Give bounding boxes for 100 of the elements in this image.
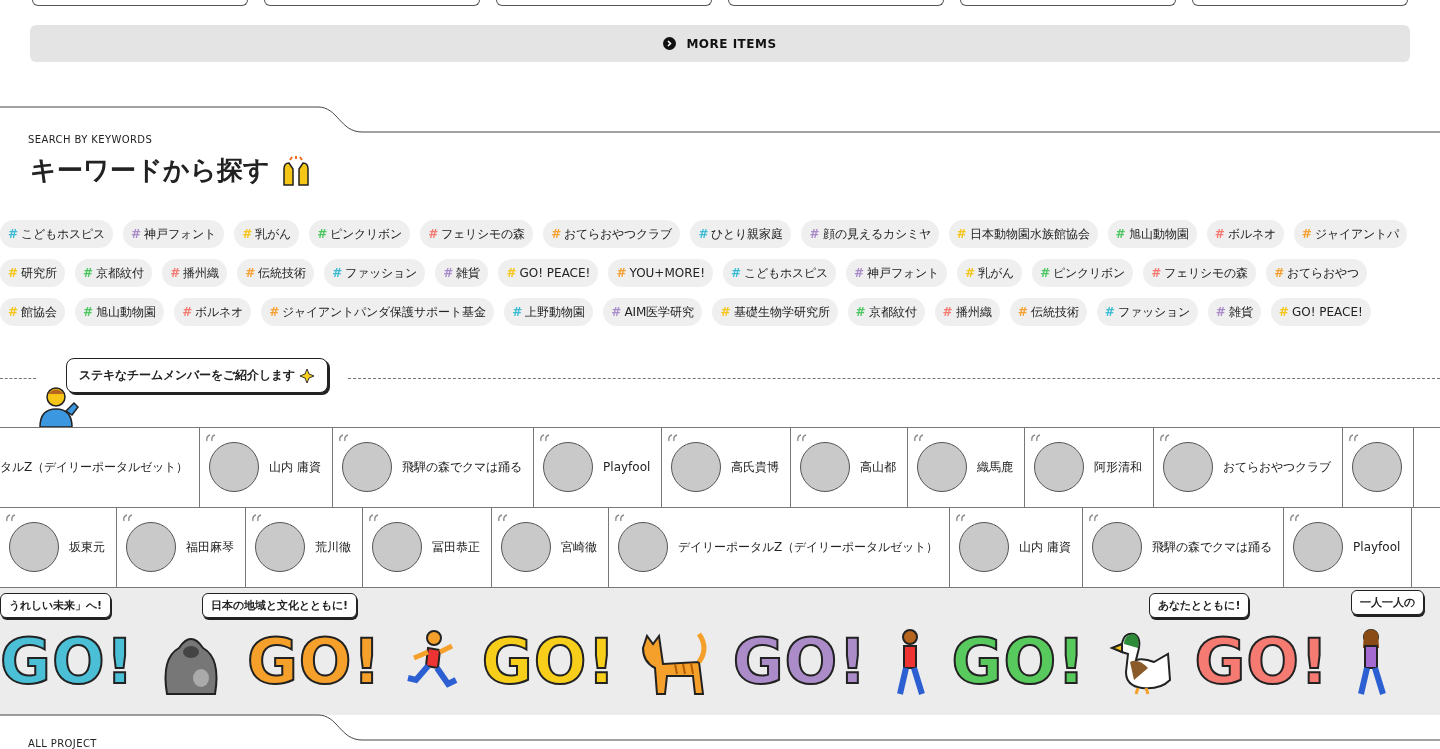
member-card[interactable]: 山内 庸資 [950, 507, 1084, 587]
quote-icon [6, 513, 16, 522]
quote-icon [615, 513, 625, 522]
quote-icon [1160, 433, 1171, 442]
keyword-label: 雑貨 [1228, 303, 1253, 321]
keyword-tag[interactable]: # ジャイアントパンダ保護サポート基金 [261, 298, 495, 327]
keyword-tag[interactable]: # 旭山動物園 [75, 298, 165, 327]
caption-bubble: あなたとともに! [1149, 593, 1250, 619]
keyword-tag[interactable]: # 京都紋付 [847, 298, 925, 327]
go-text: GO! [0, 631, 135, 694]
keyword-tag[interactable]: # 日本動物園水族館協会 [948, 220, 1098, 249]
keyword-tag[interactable]: # 雑貨 [435, 259, 489, 288]
member-name: 高山都 [860, 458, 897, 476]
keyword-tag[interactable]: # GO! PEACE! [498, 259, 599, 288]
member-card[interactable]: 高氏貴博 [662, 427, 792, 507]
keyword-tag[interactable]: # 研究所 [0, 259, 66, 288]
caption-bubble: 一人一人の [1351, 590, 1425, 616]
keyword-tag[interactable]: # こどもホスピス [0, 220, 114, 249]
member-card[interactable]: 高山都 [791, 427, 909, 507]
keyword-tag[interactable]: # 上野動物園 [504, 298, 594, 327]
hash-mark: # [1040, 266, 1051, 281]
member-card[interactable]: 飛騨の森でクマは踊る [1083, 507, 1285, 587]
keyword-tag[interactable]: # YOU+MORE! [608, 259, 713, 288]
keyword-tag[interactable]: # ファッション [1096, 298, 1198, 327]
hash-mark: # [8, 266, 19, 281]
go-text: GO! [246, 631, 382, 694]
keyword-tag[interactable]: # おてらおやつクラブ [543, 220, 681, 249]
member-card[interactable]: デイリーポータルZ（デイリーポータルゼット） [609, 507, 951, 587]
hash-mark: # [428, 227, 439, 242]
keyword-tag[interactable]: # 神戸フォント [123, 220, 225, 249]
quote-icon [797, 433, 808, 442]
keyword-label: 神戸フォント [867, 264, 940, 282]
keyword-label: ジャイアントパンダ保護サポート基金 [282, 303, 487, 321]
keyword-tag[interactable]: # ジャイアントパ [1293, 220, 1407, 249]
avatar-placeholder [255, 522, 305, 573]
keyword-label: 研究所 [21, 264, 58, 282]
keyword-tag[interactable]: # 播州織 [162, 259, 228, 288]
member-name: 高氏貴博 [731, 458, 780, 476]
keyword-tag[interactable]: # 伝統技術 [1009, 298, 1087, 327]
quote-icon [123, 513, 133, 522]
member-card[interactable]: 織馬鹿 [908, 427, 1026, 507]
keyword-label: GO! PEACE! [519, 266, 591, 281]
caption-bubble: 日本の地域と文化とともに! [201, 593, 357, 619]
keyword-tag[interactable]: # おてらおやつ [1266, 259, 1368, 288]
member-card[interactable]: 冨田恭正 [363, 507, 492, 587]
keyword-label: YOU+MORE! [629, 266, 705, 281]
keyword-tag[interactable]: # こどもホスピス [722, 259, 837, 288]
hash-mark: # [170, 266, 181, 281]
member-card[interactable]: 飛騨の森でクマは踊る [333, 427, 535, 507]
keyword-tag[interactable]: # 乳がん [957, 259, 1023, 288]
member-card[interactable]: Playfool [1284, 507, 1413, 587]
keyword-tag[interactable]: # フェリシモの森 [1143, 259, 1257, 288]
hash-mark: # [616, 266, 627, 281]
keyword-tag[interactable]: # AIM医学研究 [603, 298, 703, 327]
keyword-tag[interactable]: # ピンクリボン [1032, 259, 1134, 288]
bubble-text: ステキなチームメンバーをご紹介します [79, 367, 295, 385]
keyword-tag[interactable]: # GO! PEACE! [1270, 298, 1371, 327]
keyword-tag[interactable]: # ボルネオ [174, 298, 252, 327]
keyword-tag[interactable]: # ピンクリボン [309, 220, 411, 249]
more-items-button[interactable]: MORE ITEMS [30, 24, 1410, 63]
keyword-tag[interactable]: # 雑貨 [1207, 298, 1261, 327]
hash-mark: # [730, 266, 742, 281]
member-card[interactable]: 山内 庸資 [200, 427, 334, 507]
keyword-tag[interactable]: # ひとり親家庭 [690, 220, 792, 249]
hash-mark: # [242, 227, 253, 242]
keyword-tag[interactable]: # 神戸フォント [846, 259, 948, 288]
keyword-tag[interactable]: # フェリシモの森 [420, 220, 534, 249]
keyword-tag[interactable]: # 伝統技術 [237, 259, 315, 288]
quote-icon [206, 433, 217, 442]
member-card[interactable]: 宮崎徹 [492, 507, 609, 587]
member-card[interactable]: タルZ（デイリーポータルゼット） [0, 427, 201, 507]
member-card[interactable]: おてらおやつクラブ [1154, 427, 1344, 507]
member-card[interactable]: Playfool [534, 427, 663, 507]
member-card[interactable]: 阿形清和 [1025, 427, 1155, 507]
keyword-tag[interactable]: # 播州織 [934, 298, 1000, 327]
keyword-label: ひとり親家庭 [711, 225, 784, 243]
avatar-placeholder [372, 522, 422, 573]
keyword-tag[interactable]: # ファッション [324, 259, 426, 288]
member-name: Playfool [603, 460, 651, 475]
member-card[interactable]: 坂東元 [0, 507, 117, 587]
member-name: 福田麻琴 [186, 538, 234, 556]
hash-mark: # [1017, 305, 1028, 320]
caption-bubble: うれしい未来」へ! [0, 593, 112, 619]
member-card[interactable]: 荒川徹 [246, 507, 363, 587]
keyword-tag[interactable]: # 旭山動物園 [1107, 220, 1197, 249]
section-title: キーワードから探す [30, 154, 270, 188]
member-card[interactable]: 福田麻琴 [117, 507, 246, 587]
hash-mark: # [1151, 266, 1162, 281]
hash-mark: # [854, 266, 865, 281]
hash-mark: # [1104, 305, 1115, 320]
go-text: GO! [1194, 631, 1330, 694]
keyword-tag[interactable]: # ボルネオ [1206, 220, 1284, 249]
keyword-tag[interactable]: # 館協会 [0, 298, 66, 327]
hash-mark: # [956, 227, 967, 242]
member-name: 織馬鹿 [977, 458, 1014, 476]
keyword-tag[interactable]: # 基礎生物学研究所 [712, 298, 838, 327]
keyword-tag[interactable]: # 京都紋付 [75, 259, 153, 288]
keyword-label: おてらおやつクラブ [564, 225, 673, 243]
keyword-tag[interactable]: # 乳がん [234, 220, 300, 249]
keyword-tag[interactable]: # 顔の見えるカシミヤ [801, 220, 939, 249]
